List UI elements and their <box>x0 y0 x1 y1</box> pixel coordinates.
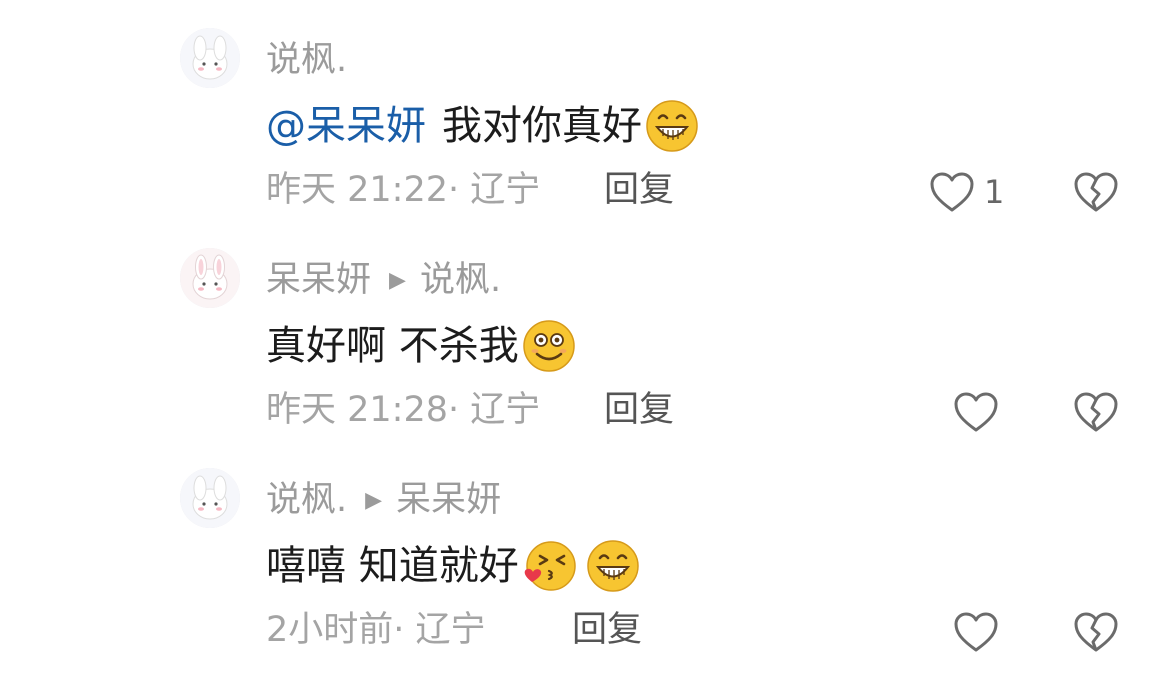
comment-content: 嘻嘻 知道就好 <box>266 538 641 594</box>
heart-outline-icon <box>954 612 998 652</box>
reply-arrow-icon: ▶ <box>365 488 383 513</box>
timestamp: 昨天 21:22 <box>266 170 448 210</box>
comment-meta: 2小时前· 辽宁 <box>266 606 486 654</box>
heart-outline-icon <box>930 172 974 212</box>
author-name[interactable]: 说枫. <box>266 480 347 520</box>
reply-arrow-icon: ▶ <box>389 268 406 293</box>
comment-header: 说枫. <box>266 38 347 82</box>
comment-content: @呆呆妍 我对你真好 <box>266 98 700 154</box>
author-name[interactable]: 说枫. <box>266 40 347 80</box>
like-count: 1 <box>984 173 1005 211</box>
author-name[interactable]: 呆呆妍 <box>266 260 371 300</box>
like-button[interactable] <box>952 386 1008 438</box>
comment-text: 真好啊 不杀我 <box>266 323 519 369</box>
comment-item: 呆呆妍 ▶ 说枫. 真好啊 不杀我 昨天 21:28· 辽宁 回复 <box>0 220 1170 440</box>
like-button[interactable]: 1 <box>928 166 1004 218</box>
reply-button[interactable]: 回复 <box>572 606 642 654</box>
comment-content: 真好啊 不杀我 <box>266 318 577 374</box>
reply-button[interactable]: 回复 <box>604 166 674 214</box>
comment-item: 说枫. @呆呆妍 我对你真好 昨天 21:22· 辽宁 回复 1 <box>0 0 1170 220</box>
heart-outline-icon <box>954 392 998 432</box>
timestamp: 2小时前 <box>266 610 394 650</box>
reply-button[interactable]: 回复 <box>604 386 674 434</box>
comment-header: 说枫. ▶ 呆呆妍 <box>266 478 501 522</box>
location: · 辽宁 <box>448 390 541 430</box>
like-button[interactable] <box>952 606 1008 658</box>
broken-heart-icon <box>1074 612 1118 652</box>
dislike-button[interactable] <box>1072 166 1120 218</box>
location: · 辽宁 <box>393 610 486 650</box>
dislike-button[interactable] <box>1072 386 1120 438</box>
comment-meta: 昨天 21:28· 辽宁 <box>266 386 540 434</box>
comment-meta: 昨天 21:22· 辽宁 <box>266 166 540 214</box>
avatar[interactable] <box>180 248 240 308</box>
grin-emoji-icon <box>644 98 700 154</box>
broken-heart-icon <box>1074 392 1118 432</box>
broken-heart-icon <box>1074 172 1118 212</box>
smile-emoji-icon <box>521 318 577 374</box>
reply-to-name[interactable]: 呆呆妍 <box>396 480 501 520</box>
reply-to-name[interactable]: 说枫. <box>420 260 501 300</box>
grin-emoji-icon <box>585 538 641 594</box>
location: · 辽宁 <box>448 170 541 210</box>
bunny-avatar-icon <box>180 28 240 88</box>
kiss-heart-emoji-icon <box>521 538 577 594</box>
comment-text: 我对你真好 <box>442 103 642 149</box>
comment-header: 呆呆妍 ▶ 说枫. <box>266 258 501 302</box>
comment-item: 说枫. ▶ 呆呆妍 嘻嘻 知道就好 2小时前· 辽宁 回复 <box>0 440 1170 660</box>
timestamp: 昨天 21:28 <box>266 390 448 430</box>
dislike-button[interactable] <box>1072 606 1120 658</box>
mention-link[interactable]: @呆呆妍 <box>266 98 426 154</box>
avatar[interactable] <box>180 28 240 88</box>
avatar[interactable] <box>180 468 240 528</box>
comment-text: 嘻嘻 知道就好 <box>266 543 519 589</box>
bunny-avatar-icon <box>180 468 240 528</box>
bunny-avatar-icon <box>180 248 240 308</box>
